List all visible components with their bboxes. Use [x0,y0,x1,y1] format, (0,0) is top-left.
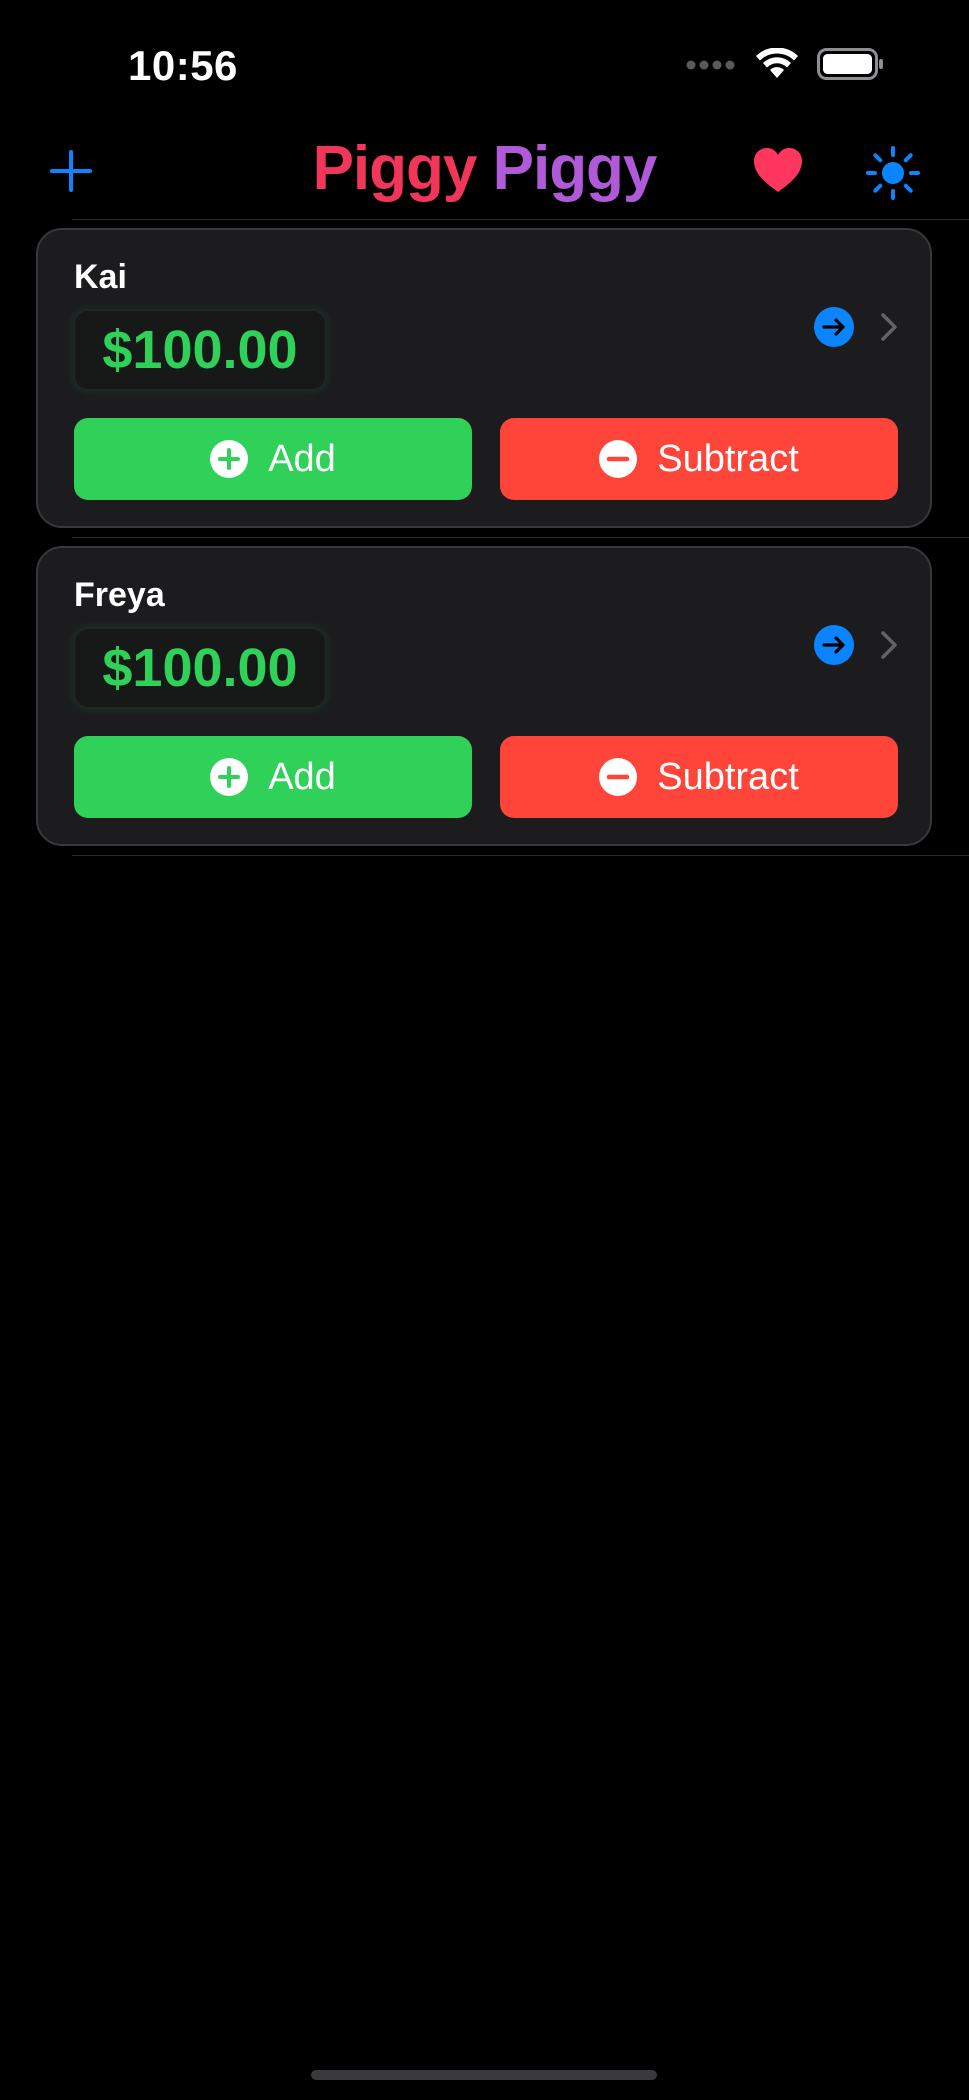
battery-icon [817,48,885,85]
disclosure-chevron[interactable] [880,630,898,660]
favorites-button[interactable] [752,146,804,194]
add-money-button[interactable]: Add [74,418,472,500]
app-title-part1: Piggy [312,134,478,203]
plus-circle-icon [210,440,249,478]
list-separator [72,537,969,538]
sun-icon [866,146,920,200]
add-money-button[interactable]: Add [74,736,472,818]
add-button-label: Add [268,437,336,480]
list-separator [72,219,969,220]
subtract-money-button[interactable]: Subtract [500,736,898,818]
chevron-right-icon [881,631,897,659]
minus-circle-icon [599,758,638,796]
account-balance: $100.00 [102,320,298,380]
heart-icon [754,148,802,192]
app-title-part2: Piggy [492,134,658,203]
arrow-right-circle-icon [814,307,854,347]
plus-circle-icon [210,758,249,796]
balance-box: $100.00 [74,628,326,708]
appearance-toggle-button[interactable] [866,146,920,200]
status-bar: 10:56 [0,0,969,120]
signal-dots-icon [685,58,737,76]
go-to-account-button[interactable] [814,625,854,665]
status-icons [685,47,885,85]
account-card-freya[interactable]: Freya $100.00 Add Subtract [36,546,932,846]
add-button-label: Add [268,755,336,798]
chevron-right-icon [881,313,897,341]
status-time: 10:56 [128,42,238,89]
wifi-icon [755,47,799,85]
arrow-right-circle-icon [814,625,854,665]
go-to-account-button[interactable] [814,307,854,347]
list-separator [72,855,969,856]
balance-box: $100.00 [74,310,326,390]
account-balance: $100.00 [102,638,298,698]
subtract-money-button[interactable]: Subtract [500,418,898,500]
account-name: Freya [74,576,165,614]
account-name: Kai [74,258,127,296]
app-title: Piggy Piggy [0,138,969,200]
nav-bar: Piggy Piggy [0,120,969,220]
account-card-kai[interactable]: Kai $100.00 Add Subtract [36,228,932,528]
subtract-button-label: Subtract [657,755,799,798]
subtract-button-label: Subtract [657,437,799,480]
disclosure-chevron[interactable] [880,312,898,342]
home-indicator[interactable] [311,2070,657,2080]
minus-circle-icon [599,440,638,478]
